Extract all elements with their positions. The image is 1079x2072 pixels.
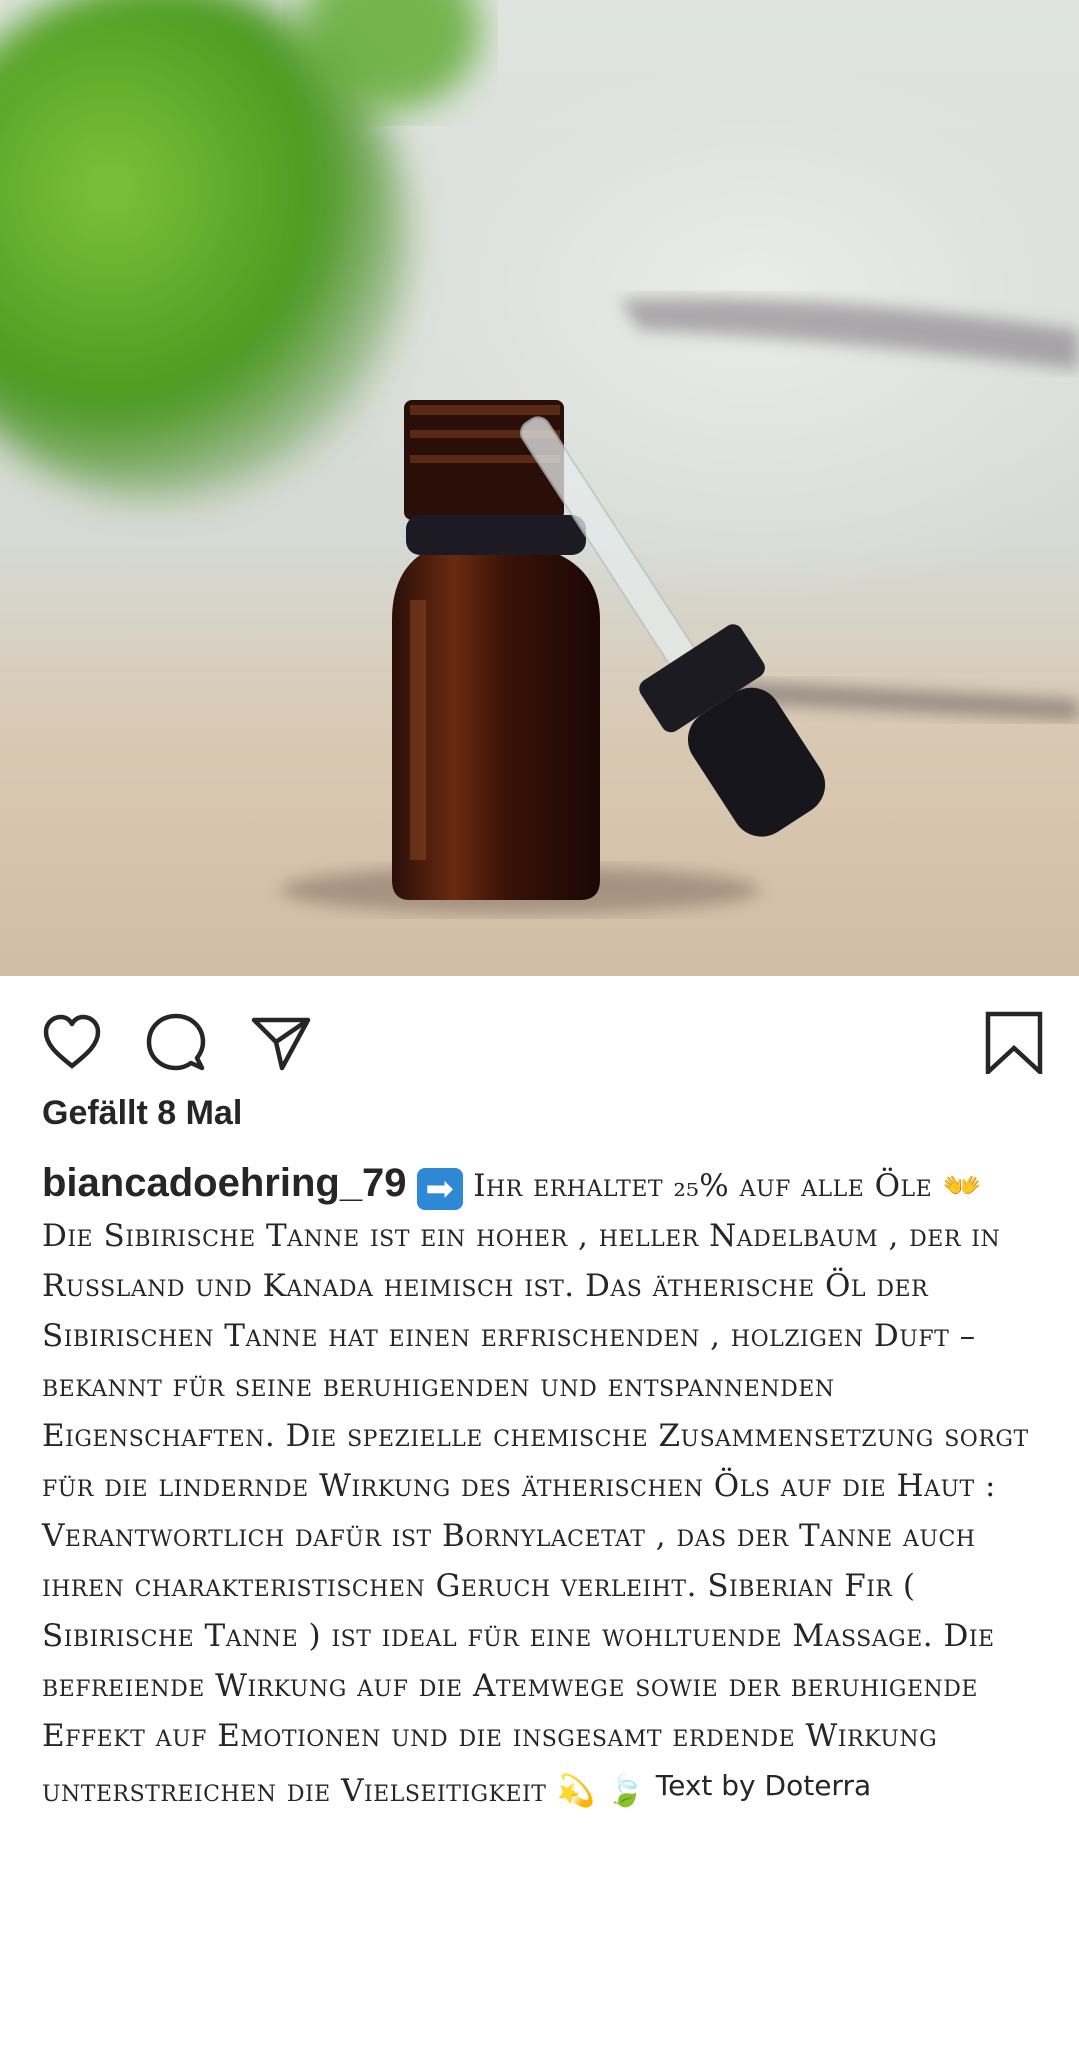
caption-credit: Text by Doterra xyxy=(655,1769,872,1802)
leaf-emoji: 🍃 xyxy=(606,1773,646,1809)
send-icon xyxy=(251,1017,311,1071)
bookmark-icon xyxy=(985,1011,1043,1078)
comment-icon xyxy=(146,1013,206,1071)
open-hands-emoji: 👐 xyxy=(942,1168,982,1204)
share-button[interactable] xyxy=(248,1010,312,1074)
post-photo[interactable] xyxy=(0,0,1079,976)
caption-body-text: Die Sibirische Tanne ist ein hoher , hel… xyxy=(42,1218,1029,1809)
caption-username[interactable]: biancadoehring_79 xyxy=(42,1161,407,1205)
essential-oil-bottle-photo xyxy=(0,0,1079,914)
sparkle-emoji: 💫 xyxy=(556,1773,596,1809)
save-button[interactable] xyxy=(982,1010,1046,1078)
likes-count[interactable]: Gefällt 8 Mal xyxy=(42,1094,242,1133)
comment-button[interactable] xyxy=(144,1010,208,1074)
caption-headline: Ihr erhaltet ₂₅% auf alle Öle xyxy=(473,1168,933,1204)
post-caption: biancadoehring_79 ➡ Ihr erhaltet ₂₅% auf… xyxy=(42,1158,1042,1816)
heart-icon xyxy=(43,1014,101,1069)
like-button[interactable] xyxy=(40,1010,104,1074)
arrow-right-emoji: ➡ xyxy=(416,1168,463,1210)
